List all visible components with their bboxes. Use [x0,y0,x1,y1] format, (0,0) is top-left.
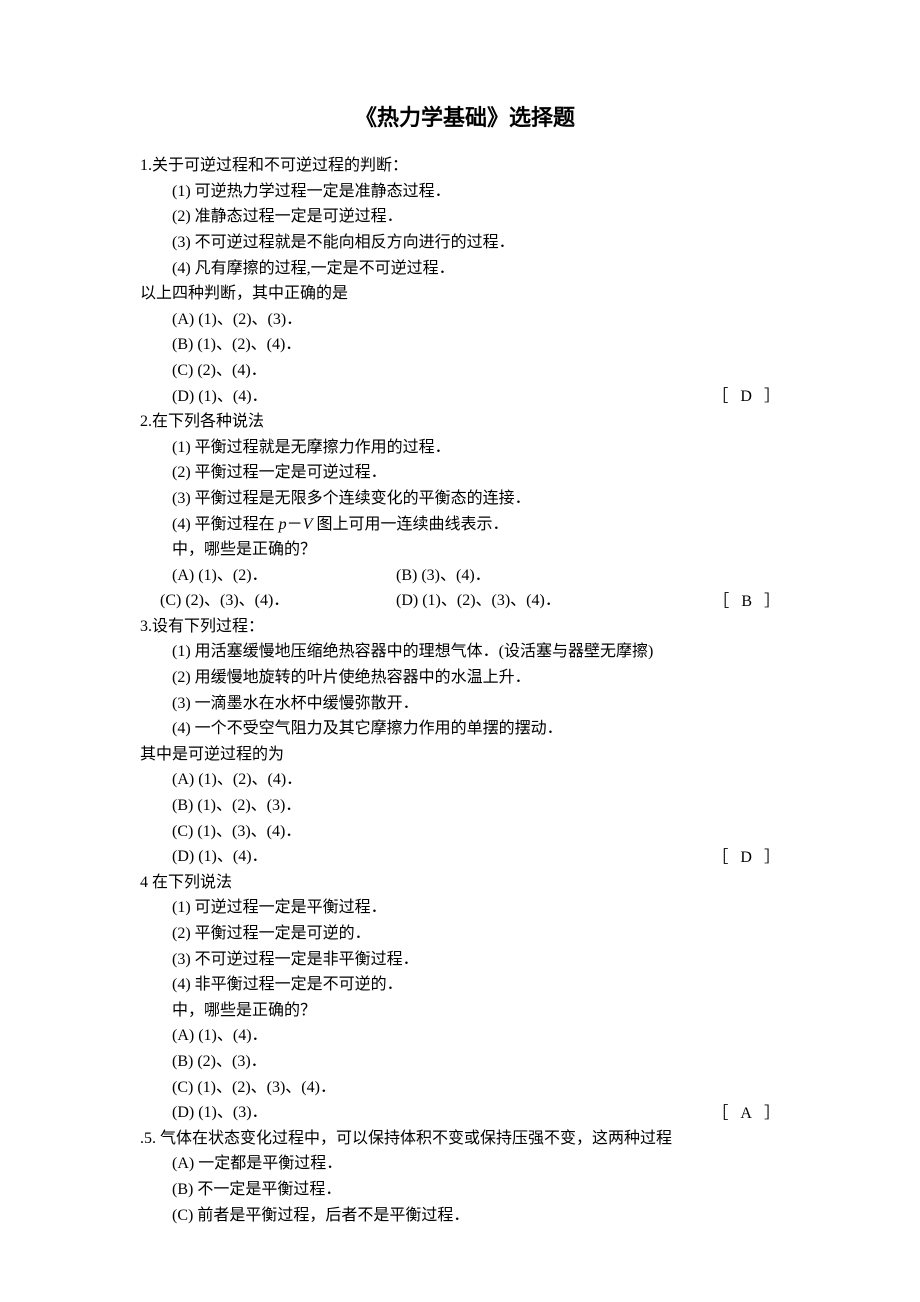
q3-s1: (1) 用活塞缓慢地压缩绝热容器中的理想气体．(设活塞与器壁无摩擦) [140,639,790,665]
q2-opt-ab: (A) (1)、(2)． (B) (3)、(4)． [140,563,790,589]
q2-s2: (2) 平衡过程一定是可逆过程． [140,460,790,486]
q3-s4: (4) 一个不受空气阻力及其它摩擦力作用的单摆的摆动． [140,716,790,742]
q1-answer: D [740,384,752,410]
q3-opt-a: (A) (1)、(2)、(4)． [140,767,790,793]
q1-answer-box: ［ D ］ [712,384,780,410]
q2-s4: (4) 平衡过程在 p－V 图上可用一连续曲线表示． [140,512,790,538]
q1-mid: 以上四种判断，其中正确的是 [140,281,790,307]
q3-opt-d: (D) (1)、(4)． [172,848,268,865]
q2-stem: 2.在下列各种说法 [140,409,790,435]
q3-answer: D [740,845,752,871]
q5-stem: .5. 气体在状态变化过程中，可以保持体积不变或保持压强不变，这两种过程 [140,1126,790,1152]
q2-mid: 中，哪些是正确的？ [140,537,790,563]
q1-s4: (4) 凡有摩擦的过程,一定是不可逆过程． [140,256,790,282]
q4-opt-d-row: (D) (1)、(3)． ［ A ］ [140,1100,790,1126]
q2-opt-a: (A) (1)、(2)． [172,563,392,589]
q4-opt-b: (B) (2)、(3)． [140,1049,790,1075]
q5-opt-b: (B) 不一定是平衡过程． [140,1177,790,1203]
q3-opt-d-row: (D) (1)、(4)． ［ D ］ [140,844,790,870]
q2-opt-cd-row: (C) (2)、(3)、(4)． (D) (1)、(2)、(3)、(4)． ［ … [140,588,790,614]
q4-answer: A [740,1101,752,1127]
q5-opt-a: (A) 一定都是平衡过程． [140,1151,790,1177]
q1-stem: 1.关于可逆过程和不可逆过程的判断： [140,153,790,179]
q3-stem: 3.设有下列过程： [140,614,790,640]
q4-opt-a: (A) (1)、(4)． [140,1023,790,1049]
q2-opt-b: (B) (3)、(4)． [396,567,491,584]
q2-s3: (3) 平衡过程是无限多个连续变化的平衡态的连接． [140,486,790,512]
q1-opt-d: (D) (1)、(4)． [172,388,268,405]
q2-opt-c: (C) (2)、(3)、(4)． [160,588,392,614]
q2-answer-box: ［ B ］ [713,588,780,614]
q3-opt-c: (C) (1)、(3)、(4)． [140,819,790,845]
q1-opt-a: (A) (1)、(2)、(3)． [140,307,790,333]
q1-opt-b: (B) (1)、(2)、(4)． [140,332,790,358]
q4-mid: 中，哪些是正确的？ [140,998,790,1024]
page-title: 《热力学基础》选择题 [140,100,790,135]
q4-answer-box: ［ A ］ [712,1100,780,1126]
q4-opt-c: (C) (1)、(2)、(3)、(4)． [140,1075,790,1101]
q4-s4: (4) 非平衡过程一定是不可逆的． [140,972,790,998]
q3-opt-b: (B) (1)、(2)、(3)． [140,793,790,819]
q3-s3: (3) 一滴墨水在水杯中缓慢弥散开． [140,691,790,717]
q4-s2: (2) 平衡过程一定是可逆的． [140,921,790,947]
q1-s2: (2) 准静态过程一定是可逆过程． [140,204,790,230]
q1-opt-d-row: (D) (1)、(4)． ［ D ］ [140,384,790,410]
q3-mid: 其中是可逆过程的为 [140,742,790,768]
q3-s2: (2) 用缓慢地旋转的叶片使绝热容器中的水温上升． [140,665,790,691]
q1-s3: (3) 不可逆过程就是不能向相反方向进行的过程． [140,230,790,256]
q2-answer: B [741,589,752,615]
q4-s1: (1) 可逆过程一定是平衡过程． [140,895,790,921]
q1-opt-c: (C) (2)、(4)． [140,358,790,384]
q4-stem: 4 在下列说法 [140,870,790,896]
q2-opt-d: (D) (1)、(2)、(3)、(4)． [396,592,561,609]
q4-s3: (3) 不可逆过程一定是非平衡过程． [140,947,790,973]
q3-answer-box: ［ D ］ [712,844,780,870]
q2-s1: (1) 平衡过程就是无摩擦力作用的过程． [140,435,790,461]
q4-opt-d: (D) (1)、(3)． [172,1104,268,1121]
q1-s1: (1) 可逆热力学过程一定是准静态过程． [140,179,790,205]
q5-opt-c: (C) 前者是平衡过程，后者不是平衡过程． [140,1203,790,1229]
